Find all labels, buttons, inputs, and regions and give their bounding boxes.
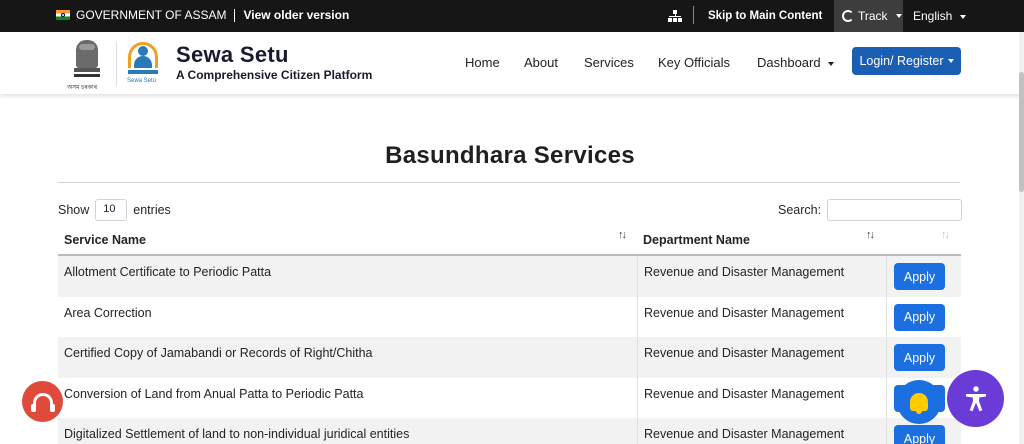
logo-caption: Sewa Setu bbox=[127, 78, 157, 84]
action-cell: Apply bbox=[886, 256, 961, 297]
notification-button[interactable] bbox=[897, 380, 941, 424]
sort-icon: ↑↓ bbox=[866, 229, 875, 241]
refresh-circle-icon bbox=[842, 10, 854, 22]
services-table: Service Name ↑↓ Department Name ↑↓ ↑↓ Al… bbox=[58, 222, 961, 444]
apply-button[interactable]: Apply bbox=[894, 344, 945, 371]
bell-icon bbox=[910, 393, 928, 414]
table-row: Area Correction Revenue and Disaster Man… bbox=[58, 296, 961, 337]
table-header: Service Name ↑↓ Department Name ↑↓ ↑↓ bbox=[58, 222, 961, 256]
scrollbar-thumb[interactable] bbox=[1019, 72, 1024, 192]
language-dropdown[interactable]: English bbox=[913, 9, 966, 23]
accessibility-person-icon bbox=[965, 385, 986, 411]
language-label: English bbox=[913, 9, 953, 23]
brand-name: Sewa Setu bbox=[176, 42, 289, 67]
nav-about[interactable]: About bbox=[524, 55, 558, 70]
skip-to-main-link[interactable]: Skip to Main Content bbox=[708, 10, 822, 22]
site-header: অসম চৰকাৰ Sewa Setu Sewa Setu A Comprehe… bbox=[0, 32, 1024, 94]
sort-icon: ↑↓ bbox=[941, 229, 950, 241]
divider bbox=[693, 6, 694, 24]
page-title: Basundhara Services bbox=[385, 142, 635, 169]
apply-button[interactable]: Apply bbox=[894, 263, 945, 290]
nav-home[interactable]: Home bbox=[465, 55, 500, 70]
service-name-cell: Allotment Certificate to Periodic Patta bbox=[64, 265, 272, 279]
department-cell: Revenue and Disaster Management bbox=[637, 296, 886, 337]
service-name-cell: Digitalized Settlement of land to non-in… bbox=[64, 427, 410, 441]
track-dropdown[interactable]: Track bbox=[834, 0, 903, 32]
sewa-setu-logo[interactable]: Sewa Setu bbox=[126, 40, 160, 88]
older-version-link[interactable]: View older version bbox=[243, 8, 349, 22]
government-label: GOVERNMENT OF ASSAM View older version bbox=[56, 8, 349, 22]
service-name-cell: Area Correction bbox=[64, 305, 152, 320]
login-register-button[interactable]: Login/ Register bbox=[852, 47, 961, 75]
search-label: Search: bbox=[778, 203, 822, 217]
apply-button[interactable]: Apply bbox=[894, 303, 945, 331]
table-search: Search: bbox=[778, 199, 963, 221]
support-chat-button[interactable] bbox=[22, 381, 63, 422]
action-cell: Apply bbox=[886, 337, 961, 378]
column-header-label: Department Name bbox=[643, 233, 750, 247]
entries-length-control: Show 10 entries bbox=[58, 199, 171, 221]
scrollbar[interactable] bbox=[1019, 32, 1024, 444]
track-label: Track bbox=[858, 9, 888, 23]
department-cell: Revenue and Disaster Management bbox=[637, 377, 886, 418]
action-cell: Apply bbox=[886, 296, 961, 337]
dashboard-label: Dashboard bbox=[757, 55, 821, 70]
brand[interactable]: Sewa Setu A Comprehensive Citizen Platfo… bbox=[176, 42, 372, 82]
department-cell: Revenue and Disaster Management bbox=[637, 418, 886, 444]
brand-tagline: A Comprehensive Citizen Platform bbox=[176, 68, 373, 82]
headset-icon bbox=[30, 392, 55, 412]
divider bbox=[234, 8, 236, 22]
title-divider bbox=[58, 182, 960, 183]
department-cell: Revenue and Disaster Management bbox=[637, 256, 886, 297]
column-header-label: Service Name bbox=[64, 233, 147, 247]
sitemap-icon[interactable] bbox=[668, 10, 682, 22]
column-header-action: ↑↓ bbox=[886, 222, 961, 254]
column-header-service[interactable]: Service Name ↑↓ bbox=[58, 222, 637, 254]
service-name-cell: Conversion of Land from Anual Patta to P… bbox=[64, 386, 364, 401]
apply-button[interactable]: Apply bbox=[894, 425, 945, 444]
top-bar: GOVERNMENT OF ASSAM View older version S… bbox=[0, 0, 1024, 32]
login-label: Login/ Register bbox=[859, 54, 944, 68]
chevron-down-icon bbox=[959, 14, 966, 19]
nav-dashboard[interactable]: Dashboard bbox=[757, 55, 835, 70]
column-header-department[interactable]: Department Name ↑↓ bbox=[637, 222, 886, 254]
divider bbox=[116, 42, 117, 86]
table-row: Certified Copy of Jamabandi or Records o… bbox=[58, 337, 961, 378]
assam-emblem-logo: অসম চৰকাৰ bbox=[66, 40, 108, 91]
emblem-caption: অসম চৰকাৰ bbox=[67, 85, 98, 91]
accessibility-button[interactable] bbox=[947, 370, 1004, 427]
table-row: Allotment Certificate to Periodic Patta … bbox=[58, 256, 961, 297]
entries-select[interactable]: 10 bbox=[95, 199, 128, 221]
nav-key-officials[interactable]: Key Officials bbox=[658, 55, 730, 70]
nav-services[interactable]: Services bbox=[584, 55, 634, 70]
chevron-down-icon bbox=[828, 61, 835, 66]
india-flag-icon bbox=[56, 10, 70, 20]
chevron-down-icon bbox=[947, 59, 954, 63]
chevron-down-icon bbox=[895, 14, 902, 18]
service-name-cell: Certified Copy of Jamabandi or Records o… bbox=[64, 346, 373, 360]
department-cell: Revenue and Disaster Management bbox=[637, 337, 886, 378]
sort-icon: ↑↓ bbox=[618, 229, 627, 241]
table-row: Digitalized Settlement of land to non-in… bbox=[58, 418, 961, 444]
table-row: Conversion of Land from Anual Patta to P… bbox=[58, 377, 961, 418]
government-text: GOVERNMENT OF ASSAM bbox=[76, 8, 227, 22]
search-input[interactable] bbox=[827, 199, 963, 221]
show-label: Show bbox=[58, 203, 90, 217]
entries-label: entries bbox=[133, 203, 171, 217]
